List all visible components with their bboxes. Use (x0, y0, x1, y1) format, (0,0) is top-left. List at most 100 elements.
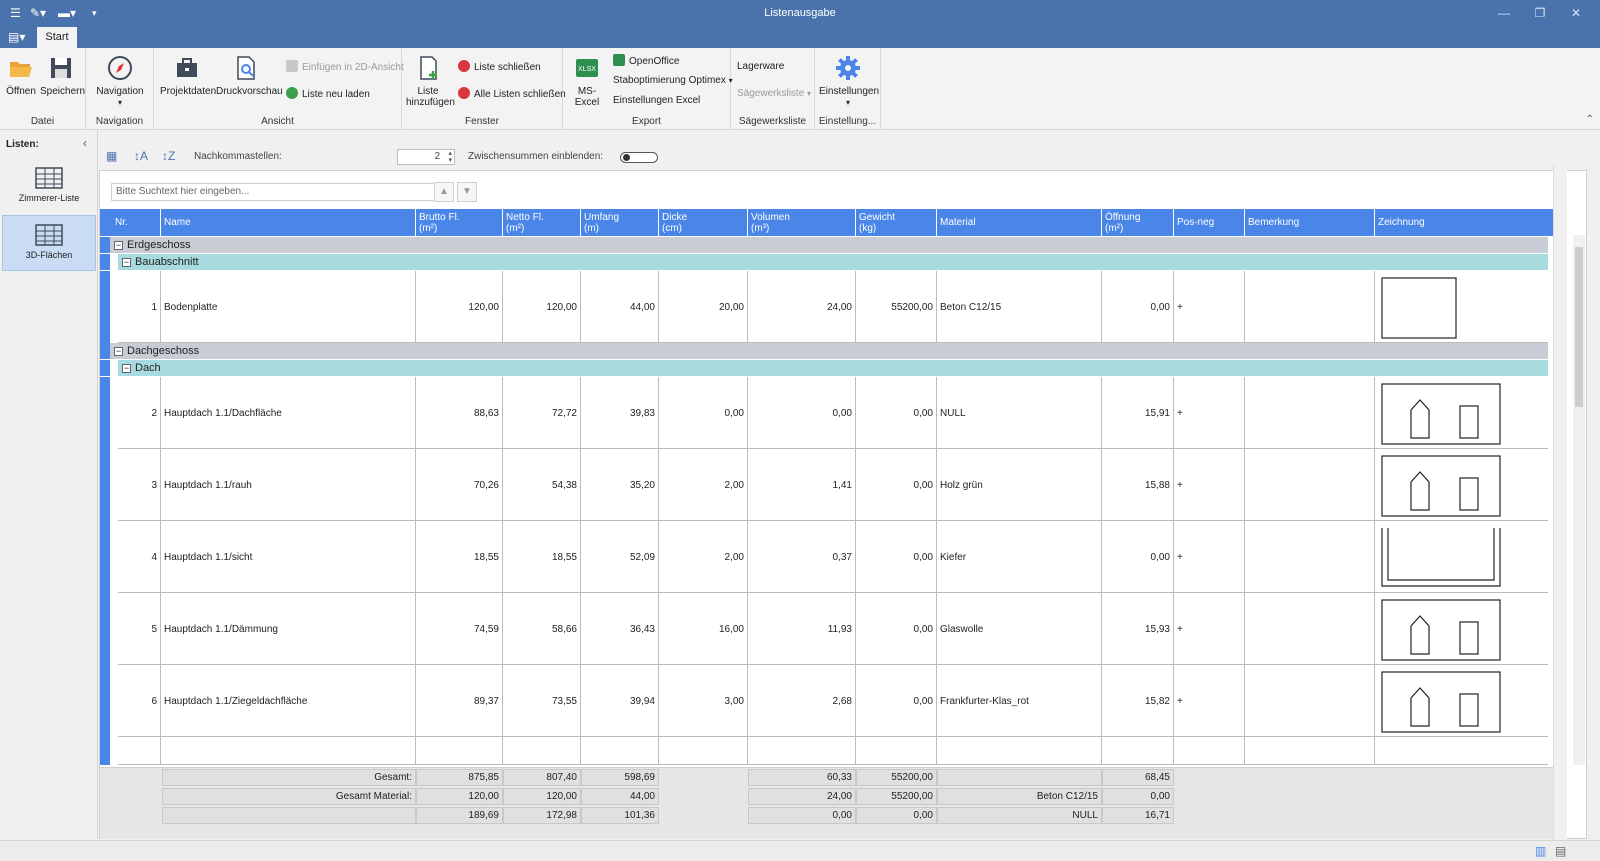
cell-dicke[interactable]: 3,00 (659, 665, 748, 737)
cell-empty[interactable] (581, 737, 659, 765)
row-selector[interactable] (100, 271, 110, 343)
cell-name[interactable]: Hauptdach 1.1/Dämmung (161, 593, 416, 665)
search-down-button[interactable]: ▼ (457, 182, 477, 202)
cell-umfang[interactable]: 44,00 (581, 271, 659, 343)
projektdaten-button[interactable]: Projektdaten (160, 54, 216, 97)
saegewerksliste-dropdown[interactable]: Sägewerksliste ▾ (737, 87, 811, 101)
cell-bemerkung[interactable] (1245, 377, 1375, 449)
navigation-button[interactable]: Navigation ▾ (94, 54, 146, 108)
cell-oeffnung[interactable]: 0,00 (1102, 521, 1174, 593)
cell-oeffnung[interactable]: 15,82 (1102, 665, 1174, 737)
cell-posneg[interactable]: + (1174, 593, 1245, 665)
column-header[interactable]: Bemerkung (1245, 209, 1375, 236)
cell-empty[interactable] (1174, 737, 1245, 765)
cell-gewicht[interactable]: 0,00 (856, 521, 937, 593)
sort-descending-icon[interactable]: ↕Z (162, 149, 175, 163)
cell-bemerkung[interactable] (1245, 271, 1375, 343)
cell-posneg[interactable]: + (1174, 449, 1245, 521)
collapse-ribbon-icon[interactable]: ⌃ (1586, 114, 1594, 125)
cell-empty[interactable] (503, 737, 581, 765)
liste-neu-laden-button[interactable]: Liste neu laden (286, 87, 370, 101)
subgroup-row[interactable]: − Bauabschnitt (118, 254, 1548, 270)
page-vertical-scrollbar[interactable] (1553, 165, 1567, 840)
cell-gewicht[interactable]: 0,00 (856, 449, 937, 521)
stepper-arrows-icon[interactable]: ▴ ▾ (448, 150, 452, 164)
row-selector[interactable] (100, 737, 110, 765)
cell-material[interactable]: Frankfurter-Klas_rot (937, 665, 1102, 737)
cell-material[interactable]: Holz grün (937, 449, 1102, 521)
group-row[interactable]: − Dachgeschoss (110, 343, 1548, 359)
cell-empty[interactable] (112, 737, 161, 765)
cell-oeffnung[interactable]: 0,00 (1102, 271, 1174, 343)
table-row[interactable]: 3 Hauptdach 1.1/rauh 70,26 54,38 35,20 2,00 1,… (118, 449, 1555, 521)
cell-volumen[interactable]: 11,93 (748, 593, 856, 665)
cell-netto[interactable]: 73,55 (503, 665, 581, 737)
cell-nr[interactable]: 1 (112, 271, 161, 343)
search-up-button[interactable]: ▲ (434, 182, 454, 202)
cell-name[interactable]: Bodenplatte (161, 271, 416, 343)
column-header[interactable]: Brutto Fl. (m²) (416, 209, 503, 236)
cell-posneg[interactable]: + (1174, 665, 1245, 737)
cell-gewicht[interactable]: 0,00 (856, 665, 937, 737)
cell-empty[interactable] (1375, 737, 1555, 765)
row-selector[interactable] (100, 377, 110, 449)
column-header[interactable]: Nr. (112, 209, 161, 236)
column-header[interactable]: Name (161, 209, 416, 236)
cell-oeffnung[interactable]: 15,91 (1102, 377, 1174, 449)
lagerware-button[interactable]: Lagerware (737, 60, 784, 74)
cell-brutto[interactable]: 120,00 (416, 271, 503, 343)
cell-zeichnung[interactable] (1375, 665, 1555, 737)
cell-empty[interactable] (161, 737, 416, 765)
subgroup-row[interactable]: − Dach (118, 360, 1548, 376)
table-row[interactable]: 6 Hauptdach 1.1/Ziegeldachfläche 89,37 73,5… (118, 665, 1555, 737)
cell-name[interactable]: Hauptdach 1.1/rauh (161, 449, 416, 521)
cell-brutto[interactable]: 18,55 (416, 521, 503, 593)
cell-bemerkung[interactable] (1245, 521, 1375, 593)
cell-bemerkung[interactable] (1245, 665, 1375, 737)
search-input[interactable]: Bitte Suchtext hier eingeben... (111, 183, 438, 201)
collapse-icon[interactable]: − (122, 364, 131, 373)
cell-dicke[interactable]: 2,00 (659, 521, 748, 593)
cell-netto[interactable]: 58,66 (503, 593, 581, 665)
cell-name[interactable]: Hauptdach 1.1/Ziegeldachfläche (161, 665, 416, 737)
scrollbar-thumb[interactable] (1575, 247, 1583, 407)
cell-empty[interactable] (748, 737, 856, 765)
zwischensummen-toggle[interactable] (620, 152, 658, 163)
layout-normal-icon[interactable]: ▥ (1535, 844, 1546, 858)
column-header[interactable]: Öffnung (m²) (1102, 209, 1174, 236)
cell-gewicht[interactable]: 55200,00 (856, 271, 937, 343)
column-header[interactable]: Volumen (m³) (748, 209, 856, 236)
cell-zeichnung[interactable] (1375, 593, 1555, 665)
cell-umfang[interactable]: 39,94 (581, 665, 659, 737)
collapse-panel-icon[interactable]: ‹ (83, 136, 87, 150)
cell-posneg[interactable]: + (1174, 271, 1245, 343)
liste-schliessen-button[interactable]: Liste schließen (458, 60, 541, 74)
cell-volumen[interactable]: 1,41 (748, 449, 856, 521)
list-item-zimmerer[interactable]: Zimmerer-Liste (2, 159, 96, 215)
cell-material[interactable]: Beton C12/15 (937, 271, 1102, 343)
cell-oeffnung[interactable]: 15,88 (1102, 449, 1174, 521)
cell-volumen[interactable]: 0,37 (748, 521, 856, 593)
column-header[interactable]: Umfang (m) (581, 209, 659, 236)
nachkommastellen-stepper[interactable]: 2 ▴ ▾ (397, 149, 455, 165)
cell-zeichnung[interactable] (1375, 377, 1555, 449)
cell-netto[interactable]: 72,72 (503, 377, 581, 449)
file-menu-icon[interactable]: ▤▾ (8, 30, 25, 44)
liste-hinzufuegen-button[interactable]: Liste hinzufügen (406, 54, 455, 108)
cell-volumen[interactable]: 2,68 (748, 665, 856, 737)
table-row[interactable]: 4 Hauptdach 1.1/sicht 18,55 18,55 52,09 2,00 0… (118, 521, 1555, 593)
cell-material[interactable]: NULL (937, 377, 1102, 449)
cell-empty[interactable] (416, 737, 503, 765)
cell-umfang[interactable]: 35,20 (581, 449, 659, 521)
table-row[interactable]: 2 Hauptdach 1.1/Dachfläche 88,63 72,72 39,83… (118, 377, 1555, 449)
tab-start[interactable]: Start (37, 27, 77, 48)
cell-material[interactable]: Glaswolle (937, 593, 1102, 665)
row-selector[interactable] (100, 665, 110, 737)
cell-umfang[interactable]: 52,09 (581, 521, 659, 593)
row-selector[interactable] (100, 254, 110, 270)
column-header[interactable]: Netto Fl. (m²) (503, 209, 581, 236)
cell-brutto[interactable]: 70,26 (416, 449, 503, 521)
cell-netto[interactable]: 120,00 (503, 271, 581, 343)
cell-name[interactable]: Hauptdach 1.1/Dachfläche (161, 377, 416, 449)
einstellungen-button[interactable]: Einstellungen ▾ (819, 54, 879, 108)
